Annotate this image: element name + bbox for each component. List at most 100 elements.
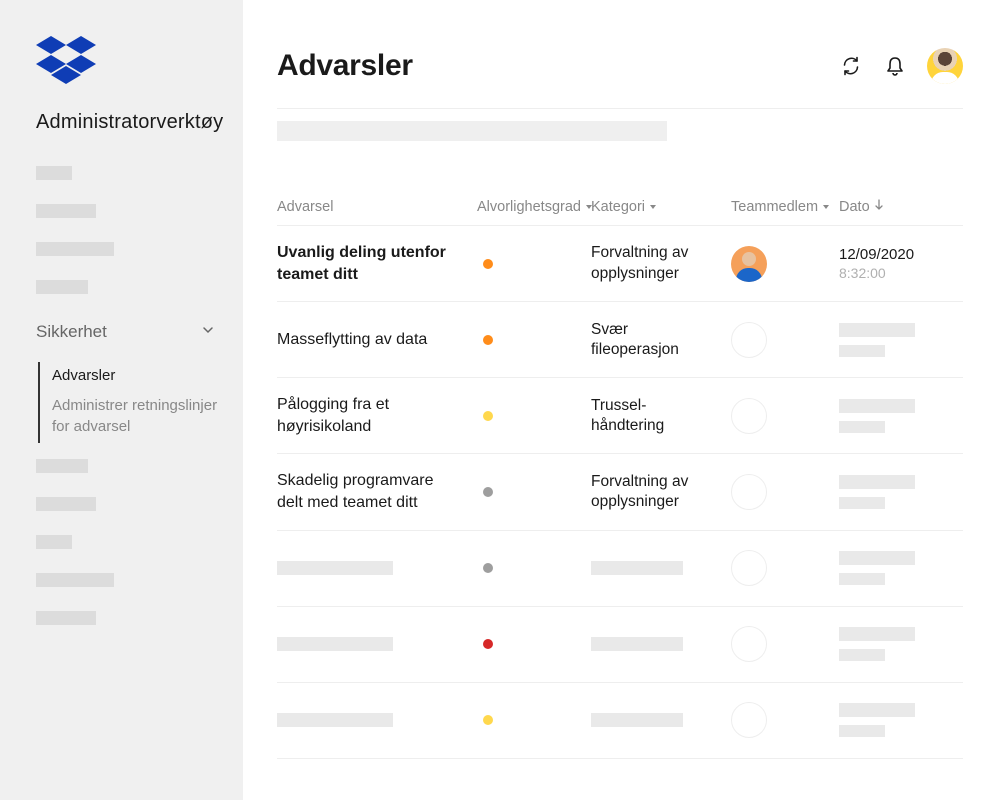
chevron-down-icon: [201, 322, 215, 342]
table-row[interactable]: [277, 607, 963, 683]
date-cell: [839, 323, 963, 357]
sidebar-item-manage-alert-policies[interactable]: Administrer retningslinjer for advarsel: [52, 392, 243, 443]
placeholder: [839, 551, 915, 565]
header-actions: [839, 48, 963, 84]
placeholder: [839, 627, 915, 641]
table-body: Uvanlig deling utenfor teamet dittForval…: [277, 226, 963, 759]
sidebar-item-alerts[interactable]: Advarsler: [52, 362, 243, 392]
sidebar-subnav: Advarsler Administrer retningslinjer for…: [38, 362, 243, 443]
placeholder: [591, 637, 683, 651]
column-alert[interactable]: Advarsel: [277, 199, 477, 215]
member-avatar-placeholder: [731, 626, 767, 662]
team-member-cell: [731, 550, 839, 586]
date-cell: 12/09/2020 8:32:00: [839, 246, 963, 281]
date-cell: [839, 399, 963, 433]
severity-dot-icon: [483, 563, 493, 573]
team-member-cell: [731, 398, 839, 434]
dropdown-caret-icon: [649, 199, 657, 215]
alert-name-cell: Skadelig programvare delt med teamet dit…: [277, 470, 477, 513]
nav-placeholder: [36, 204, 96, 218]
time-value: 8:32:00: [839, 265, 963, 281]
member-avatar-placeholder: [731, 474, 767, 510]
column-label: Kategori: [591, 199, 645, 215]
severity-dot-icon: [483, 639, 493, 649]
nav-placeholder: [36, 166, 72, 180]
placeholder: [277, 637, 393, 651]
column-severity[interactable]: Alvorlighetsgrad: [477, 199, 591, 215]
team-member-cell: [731, 702, 839, 738]
sidebar-section-security[interactable]: Sikkerhet: [0, 318, 243, 346]
placeholder: [591, 561, 683, 575]
placeholder: [839, 703, 915, 717]
category-cell: Svær fileoperasjon: [591, 320, 731, 360]
table-row[interactable]: Skadelig programvare delt med teamet dit…: [277, 454, 963, 530]
severity-cell: [477, 715, 591, 725]
column-label: Advarsel: [277, 199, 333, 215]
table-row[interactable]: [277, 683, 963, 759]
bell-icon[interactable]: [883, 54, 907, 78]
column-date[interactable]: Dato: [839, 199, 963, 215]
category-cell: [591, 637, 731, 651]
table-header-row: Advarsel Alvorlighetsgrad Kategori Teamm…: [277, 189, 963, 226]
severity-dot-icon: [483, 335, 493, 345]
category-cell: [591, 561, 731, 575]
table-row[interactable]: Pålogging fra et høyrisikolandTrussel- h…: [277, 378, 963, 454]
category-cell: Forvaltning av opplysninger: [591, 243, 731, 283]
category-cell: Forvaltning av opplysninger: [591, 472, 731, 512]
column-label: Teammedlem: [731, 199, 818, 215]
page-header: Advarsler: [277, 48, 963, 84]
table-row[interactable]: Masseflytting av data Svær fileoperasjon: [277, 302, 963, 378]
member-avatar-placeholder: [731, 322, 767, 358]
refresh-icon[interactable]: [839, 54, 863, 78]
placeholder: [839, 323, 915, 337]
member-avatar-placeholder: [731, 550, 767, 586]
placeholder: [591, 713, 683, 727]
nav-placeholder: [36, 611, 96, 625]
column-label: Dato: [839, 199, 870, 215]
date-cell: [839, 551, 963, 585]
alert-name-cell: [277, 561, 477, 575]
severity-cell: [477, 335, 591, 345]
severity-cell: [477, 487, 591, 497]
severity-cell: [477, 411, 591, 421]
category-cell: Trussel- håndtering: [591, 396, 731, 436]
severity-dot-icon: [483, 411, 493, 421]
dropdown-caret-icon: [822, 199, 830, 215]
table-row[interactable]: [277, 531, 963, 607]
team-member-cell: [731, 626, 839, 662]
product-title: Administratorverktøy: [36, 111, 243, 134]
severity-cell: [477, 639, 591, 649]
nav-placeholder: [36, 497, 96, 511]
divider: [277, 108, 963, 109]
nav-placeholder: [36, 535, 72, 549]
date-value: 12/09/2020: [839, 246, 963, 263]
column-label: Alvorlighetsgrad: [477, 199, 581, 215]
team-member-cell: [731, 474, 839, 510]
column-category[interactable]: Kategori: [591, 199, 731, 215]
dropbox-logo-icon[interactable]: [36, 36, 243, 91]
date-cell: [839, 627, 963, 661]
column-member[interactable]: Teammedlem: [731, 199, 839, 215]
user-avatar[interactable]: [927, 48, 963, 84]
member-avatar-placeholder: [731, 398, 767, 434]
team-member-cell: [731, 246, 839, 282]
alert-name-cell: [277, 637, 477, 651]
nav-placeholder: [36, 459, 88, 473]
severity-dot-icon: [483, 259, 493, 269]
banner-placeholder: [277, 121, 667, 141]
placeholder: [277, 713, 393, 727]
table-row[interactable]: Uvanlig deling utenfor teamet dittForval…: [277, 226, 963, 302]
severity-cell: [477, 563, 591, 573]
placeholder: [839, 725, 885, 737]
date-cell: [839, 475, 963, 509]
placeholder: [839, 497, 885, 509]
sidebar-section-label: Sikkerhet: [36, 322, 107, 342]
category-cell: [591, 713, 731, 727]
alert-name-cell: Masseflytting av data: [277, 329, 477, 351]
sidebar: Administratorverktøy Sikkerhet Advarsler…: [0, 0, 243, 800]
member-avatar-placeholder: [731, 702, 767, 738]
nav-placeholder: [36, 573, 114, 587]
date-cell: [839, 703, 963, 737]
alert-name-cell: [277, 713, 477, 727]
member-avatar[interactable]: [731, 246, 767, 282]
